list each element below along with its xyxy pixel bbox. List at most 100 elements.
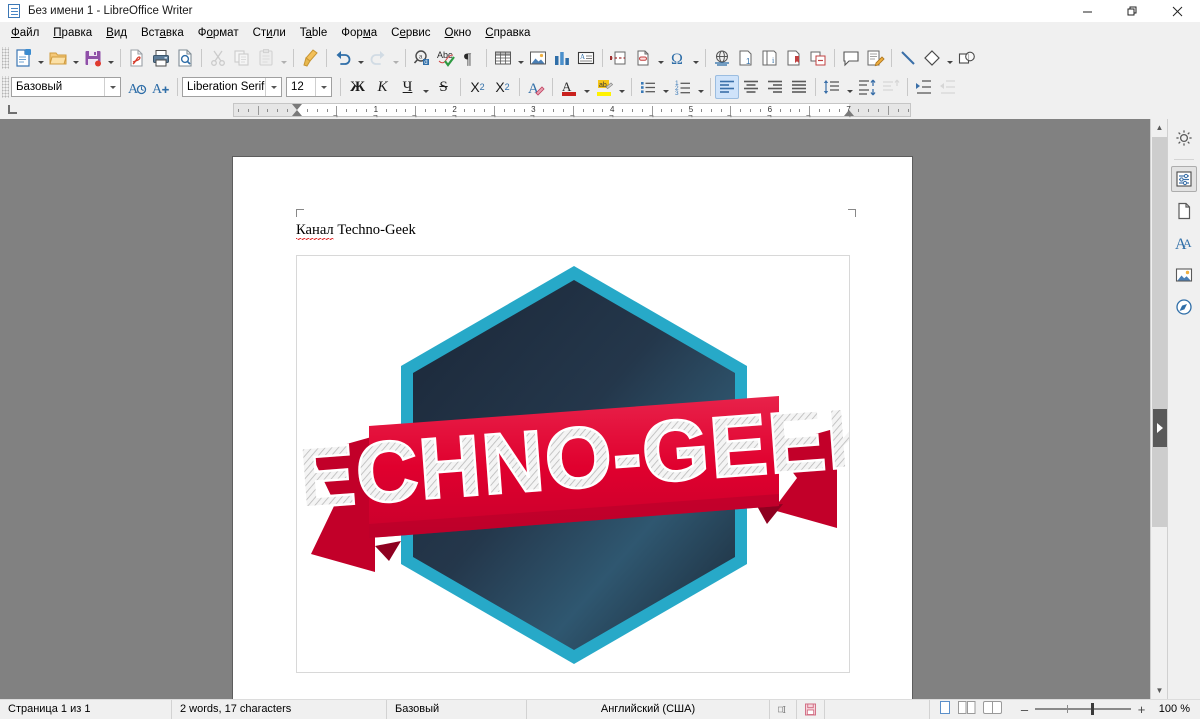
view-book-icon[interactable] [983,701,1002,717]
menu-tools[interactable]: Сервис [384,25,437,41]
insert-field-dropdown-arrow[interactable] [655,46,666,70]
document-canvas[interactable]: Канал Techno-Geek [0,119,1150,699]
decrease-indent-icon[interactable] [936,75,960,99]
menu-window[interactable]: Окно [438,25,479,41]
find-replace-icon[interactable]: a d [410,46,434,70]
underline-dropdown-arrow[interactable] [420,75,431,99]
redo-icon[interactable] [366,46,390,70]
sidebar-gallery-icon[interactable] [1171,262,1197,288]
update-style-icon[interactable]: A [125,75,149,99]
scroll-down-arrow[interactable]: ▼ [1151,682,1168,699]
unordered-list-dropdown-arrow[interactable] [660,75,671,99]
clone-formatting-icon[interactable] [298,46,322,70]
paste-icon[interactable] [254,46,278,70]
sidebar-navigator-icon[interactable] [1171,294,1197,320]
font-size-combobox[interactable]: 12 [286,77,332,97]
zoom-out-button[interactable]: – [1020,702,1029,717]
align-right-button[interactable] [763,75,787,99]
toolbar-grip[interactable] [2,47,9,69]
horizontal-ruler[interactable]: 1234567⌐⌐⌐⌐⌐⌐⌐⌐⌐⌐⌐⌐⌐⌐ [233,103,911,117]
status-page-number[interactable]: Страница 1 из 1 [0,700,172,719]
spelling-icon[interactable]: Abc [434,46,458,70]
print-preview-icon[interactable] [173,46,197,70]
paragraph-style-dropdown-arrow[interactable] [104,78,120,96]
ordered-list-dropdown-arrow[interactable] [695,75,706,99]
font-size-dropdown-arrow[interactable] [315,78,331,96]
techno-geek-logo[interactable]: TECHNO-GEEK [296,255,850,673]
open-document-icon[interactable] [46,46,70,70]
status-language[interactable]: Английский (США) [527,700,770,719]
redo-dropdown-arrow[interactable] [390,46,401,70]
status-word-count[interactable]: 2 words, 17 characters [172,700,387,719]
new-style-icon[interactable]: A [149,75,173,99]
line-spacing-dropdown-arrow[interactable] [844,75,855,99]
new-document-dropdown-arrow[interactable] [35,46,46,70]
insert-cross-reference-icon[interactable] [806,46,830,70]
strikethrough-button[interactable]: S [431,75,456,99]
insert-textbox-icon[interactable]: A [574,46,598,70]
increase-paragraph-spacing-icon[interactable] [855,75,879,99]
zoom-slider-track[interactable] [1035,708,1131,710]
print-icon[interactable] [149,46,173,70]
menu-help[interactable]: Справка [478,25,537,41]
status-insert-mode-icon[interactable] [770,700,797,719]
right-indent-marker[interactable] [844,110,854,116]
highlight-color-icon[interactable]: ab [592,75,616,99]
copy-icon[interactable] [230,46,254,70]
paste-dropdown-arrow[interactable] [278,46,289,70]
save-document-dropdown-arrow[interactable] [105,46,116,70]
subscript-button[interactable]: X2 [490,75,515,99]
basic-shapes-dropdown-arrow[interactable] [944,46,955,70]
sidebar-styles-icon[interactable]: A A [1171,230,1197,256]
formatting-marks-icon[interactable]: ¶ [458,46,482,70]
underline-button[interactable]: Ч [395,75,420,99]
menu-file[interactable]: Файл [4,25,46,41]
insert-table-icon[interactable] [491,46,515,70]
status-paragraph-style[interactable]: Базовый [387,700,527,719]
sidebar-settings-icon[interactable] [1171,125,1197,151]
export-pdf-icon[interactable] [125,46,149,70]
menu-styles[interactable]: Стили [246,25,293,41]
undo-dropdown-arrow[interactable] [355,46,366,70]
insert-chart-icon[interactable] [550,46,574,70]
insert-endnote-icon[interactable]: i [758,46,782,70]
save-document-icon[interactable] [81,46,105,70]
increase-indent-icon[interactable] [912,75,936,99]
insert-footnote-icon[interactable]: 1 [734,46,758,70]
basic-shapes-icon[interactable] [920,46,944,70]
font-name-combobox[interactable]: Liberation Serif [182,77,282,97]
view-multi-page-icon[interactable] [958,701,976,717]
superscript-button[interactable]: X2 [465,75,490,99]
insert-table-dropdown-arrow[interactable] [515,46,526,70]
cut-icon[interactable] [206,46,230,70]
format-toolbar-grip[interactable] [2,76,9,98]
insert-special-character-icon[interactable]: Ω [666,46,690,70]
scroll-up-arrow[interactable]: ▲ [1151,119,1168,136]
bold-button[interactable]: Ж [345,75,370,99]
menu-table[interactable]: Table [293,25,335,41]
font-color-dropdown-arrow[interactable] [581,75,592,99]
insert-bookmark-icon[interactable] [782,46,806,70]
insert-comment-icon[interactable] [839,46,863,70]
new-document-icon[interactable] [11,46,35,70]
menu-view[interactable]: Вид [99,25,134,41]
document-page[interactable]: Канал Techno-Geek [233,157,912,699]
clear-formatting-icon[interactable]: A [524,75,548,99]
zoom-level-value[interactable]: 100 % [1154,700,1200,719]
minimize-button[interactable] [1065,0,1110,22]
document-text-line[interactable]: Канал Techno-Geek [296,222,416,239]
menu-edit[interactable]: Правка [46,25,99,41]
align-justify-button[interactable] [787,75,811,99]
unordered-list-icon[interactable] [636,75,660,99]
show-draw-functions-icon[interactable] [955,46,979,70]
status-save-state-icon[interactable] [797,700,825,719]
ordered-list-icon[interactable]: 1 2 3 [671,75,695,99]
insert-image-icon[interactable] [526,46,550,70]
maximize-button[interactable] [1110,0,1155,22]
scrollbar-thumb[interactable] [1152,137,1167,527]
menu-format[interactable]: Формат [191,25,246,41]
insert-hyperlink-icon[interactable] [710,46,734,70]
highlight-color-dropdown-arrow[interactable] [616,75,627,99]
menu-form[interactable]: Форма [334,25,384,41]
font-name-dropdown-arrow[interactable] [265,78,281,96]
